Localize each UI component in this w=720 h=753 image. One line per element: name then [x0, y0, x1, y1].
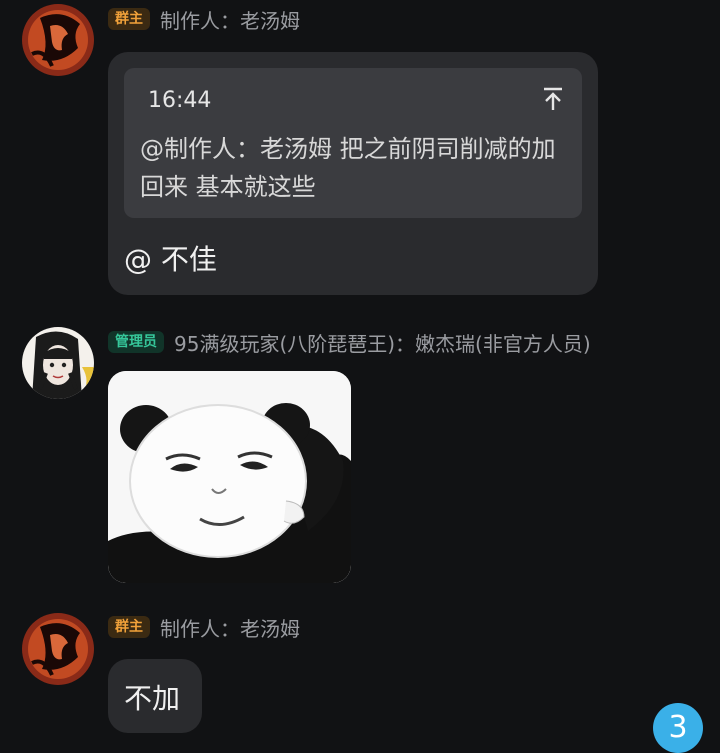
sender-name[interactable]: 95满级玩家(八阶琵琶王)：嫩杰瑞(非官方人员) — [174, 328, 591, 357]
owner-badge: 群主 — [108, 8, 150, 30]
avatar-owner[interactable] — [22, 613, 94, 685]
quote-text: @制作人：老汤姆 把之前阴司削减的加回来 基本就这些 — [140, 135, 556, 201]
avatar-admin[interactable] — [22, 327, 94, 399]
quoted-message[interactable]: 16:44 @制作人：老汤姆 把之前阴司削减的加回来 基本就这些 — [124, 68, 582, 218]
message-text: @ 不佳 — [124, 243, 217, 276]
message-text: 不加 — [124, 682, 181, 715]
admin-badge: 管理员 — [108, 331, 164, 353]
chat-view: 群主 制作人：老汤姆 16:44 @制作人：老汤姆 把之前阴司削减的加回来 基本… — [0, 0, 720, 753]
message-bubble[interactable]: 不加 — [108, 659, 202, 733]
sticker-image[interactable] — [108, 371, 351, 583]
sender-name[interactable]: 制作人：老汤姆 — [160, 613, 300, 642]
avatar-owner[interactable] — [22, 4, 94, 76]
sender-name[interactable]: 制作人：老汤姆 — [160, 5, 300, 34]
quote-time: 16:44 — [148, 88, 212, 113]
message-header: 管理员 95满级玩家(八阶琵琶王)：嫩杰瑞(非官方人员) — [108, 328, 591, 356]
message-header: 群主 制作人：老汤姆 — [108, 5, 300, 33]
message-header: 群主 制作人：老汤姆 — [108, 613, 300, 641]
message-bubble[interactable]: 16:44 @制作人：老汤姆 把之前阴司削减的加回来 基本就这些 @ 不佳 — [108, 52, 598, 295]
jump-to-original-icon[interactable] — [540, 86, 566, 112]
unread-count-badge[interactable]: 3 — [653, 703, 703, 753]
owner-badge: 群主 — [108, 616, 150, 638]
